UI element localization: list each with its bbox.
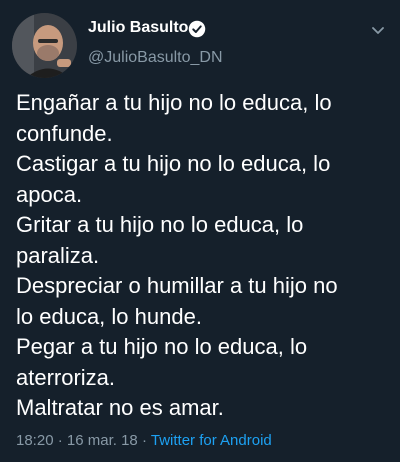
avatar[interactable] (12, 13, 77, 78)
author-handle[interactable]: @JulioBasulto_DN (88, 49, 223, 67)
tweet-text-line: Maltratar no es amar. (16, 395, 224, 420)
tweet-text-line: Gritar a tu hijo no lo educa, lo (16, 212, 304, 237)
author-display-name[interactable]: Julio Basulto (88, 19, 188, 37)
tweet-text-line: paraliza. (16, 242, 100, 268)
tweet-text-line: Despreciar o humillar a tu hijo no (16, 273, 338, 298)
tweet-text-line: confunde. (16, 120, 113, 146)
tweet-text: Engañar a tu hijo no lo educa, lo confun… (16, 88, 392, 424)
meta-separator: · (57, 432, 63, 449)
verified-badge-icon (188, 20, 206, 38)
tweet-text-line: aterroriza. (16, 364, 116, 390)
tweet-time[interactable]: 18:20 (16, 432, 54, 449)
tweet-text-line: Castigar a tu hijo no lo educa, lo (16, 151, 331, 176)
tweet-text-line: Engañar a tu hijo no lo educa, lo (16, 90, 332, 115)
tweet-card: Julio Basulto @JulioBasulto_DN Engañar a… (0, 0, 400, 462)
tweet-text-line: apoca. (16, 181, 83, 207)
meta-separator: · (141, 432, 147, 449)
avatar-image (12, 13, 77, 78)
tweet-text-line: Pegar a tu hijo no lo educa, lo (16, 334, 308, 359)
chevron-down-icon[interactable] (370, 22, 386, 38)
tweet-date[interactable]: 16 mar. 18 (67, 432, 138, 449)
tweet-source-link[interactable]: Twitter for Android (151, 432, 272, 449)
tweet-meta: 18:20 · 16 mar. 18 · Twitter for Android (16, 432, 272, 449)
tweet-text-line: lo educa, lo hunde. (16, 303, 202, 329)
